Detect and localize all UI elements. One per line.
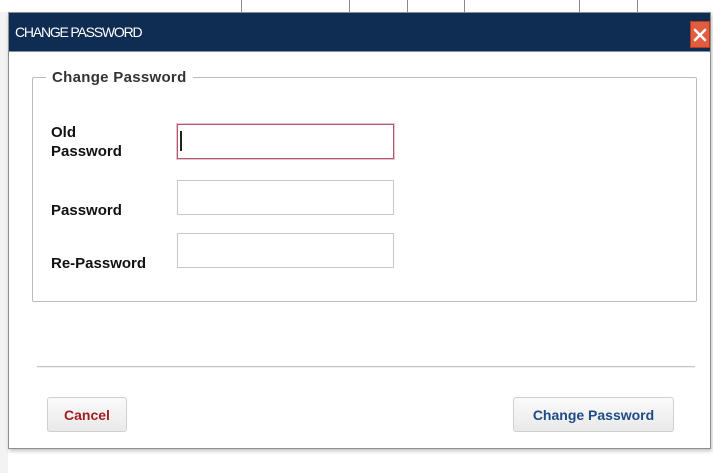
background-divider	[407, 0, 408, 12]
old-password-input[interactable]	[177, 124, 394, 159]
background-edge	[0, 12, 8, 473]
re-password-label: Re-Password	[51, 255, 147, 272]
password-label: Password	[51, 202, 122, 219]
password-input[interactable]	[177, 180, 394, 215]
fieldset-legend: Change Password	[46, 69, 193, 86]
background-divider	[349, 0, 350, 12]
background-window-strip	[0, 0, 713, 12]
re-password-input[interactable]	[177, 233, 394, 268]
footer-divider	[37, 366, 695, 368]
change-password-dialog: CHANGE PASSWORD Change Password Old Pass…	[8, 12, 711, 449]
change-password-button[interactable]: Change Password	[513, 397, 674, 432]
old-password-label: Old Password	[51, 124, 122, 160]
close-icon	[693, 28, 707, 42]
background-divider	[637, 0, 638, 12]
cancel-button[interactable]: Cancel	[47, 397, 127, 432]
background-divider	[579, 0, 580, 12]
dialog-titlebar[interactable]: CHANGE PASSWORD	[9, 13, 710, 52]
dialog-title: CHANGE PASSWORD	[15, 24, 143, 40]
background-divider	[241, 0, 242, 12]
text-caret	[180, 131, 182, 151]
close-button[interactable]	[690, 21, 710, 48]
background-divider	[464, 0, 465, 12]
